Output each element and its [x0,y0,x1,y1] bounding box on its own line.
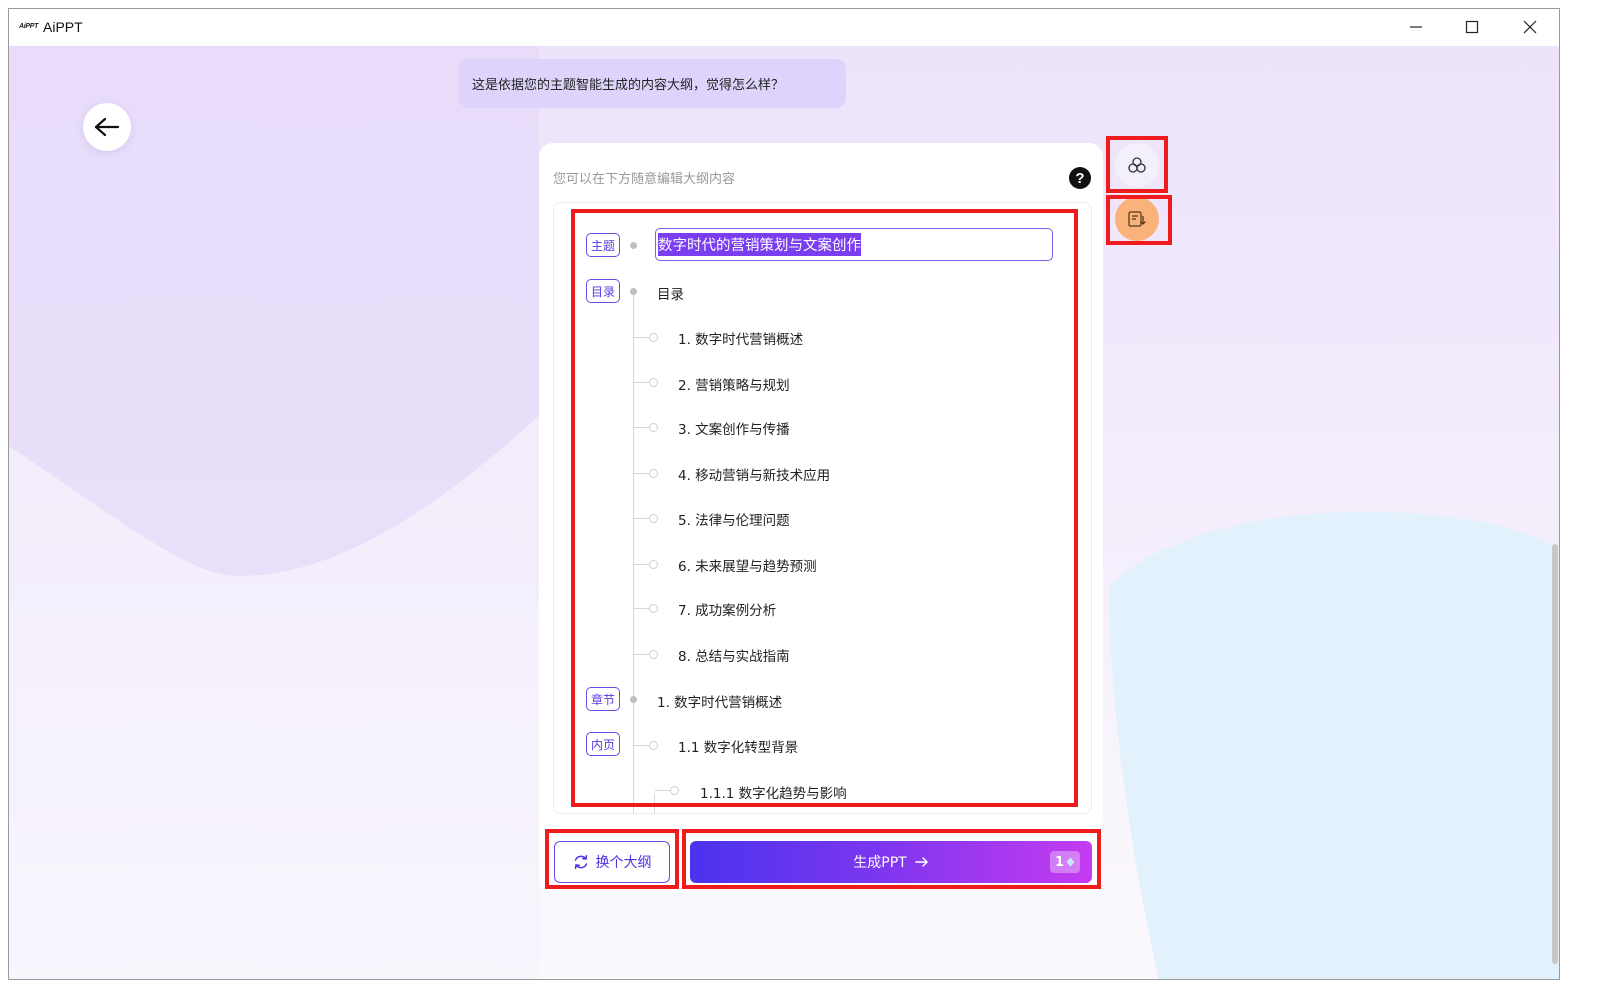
minimize-icon [1410,26,1422,28]
credit-badge: 1 [1050,851,1080,873]
credit-count: 1 [1054,854,1065,870]
outline-tree: 主题 数字时代的营销策划与文案创作 目录 目录 1. 数字时代营销概述 2. 营… [553,202,1092,814]
back-button[interactable] [83,103,131,151]
template-icon [1128,157,1146,173]
minimize-button[interactable] [1399,13,1433,41]
toc-node [630,288,637,295]
scrollbar-thumb[interactable] [1552,544,1558,964]
app-logo: AiPPT [19,23,39,30]
toc-item[interactable]: 6. 未来展望与趋势预测 [678,555,817,575]
close-button[interactable] [1513,13,1547,41]
page-label[interactable]: 1.1 数字化转型背景 [678,736,798,756]
close-icon [1523,20,1537,34]
change-outline-label: 换个大纲 [595,855,652,871]
export-outline-button[interactable] [1115,197,1159,241]
app-window: AiPPT AiPPT 这是依据您的主题智能生成的内容大纲，觉得怎么样？ 您可以… [8,8,1560,980]
chapter-node [630,696,637,703]
generate-ppt-label: 生成PPT [853,855,907,871]
maximize-icon [1465,20,1479,34]
chapter-tag: 章节 [586,687,620,711]
toc-item[interactable]: 4. 移动营销与新技术应用 [678,464,830,484]
sub-page-label[interactable]: 1.1.1 数字化趋势与影响 [700,782,847,802]
assistant-message-bubble: 这是依据您的主题智能生成的内容大纲，觉得怎么样？ [459,59,846,108]
export-outline-icon [1128,211,1146,227]
toc-item[interactable]: 2. 营销策略与规划 [678,374,790,394]
arrow-right-icon [914,857,928,867]
topic-input[interactable]: 数字时代的营销策划与文案创作 [655,228,1053,261]
editor-hint: 您可以在下方随意编辑大纲内容 [553,172,736,187]
help-icon[interactable]: ? [1069,167,1091,189]
toc-item[interactable]: 7. 成功案例分析 [678,599,776,619]
app-title: AiPPT [43,19,83,35]
arrow-left-icon [94,117,120,137]
title-bar: AiPPT AiPPT [9,9,1559,46]
generate-ppt-button[interactable]: 生成PPT 1 [690,841,1092,883]
toc-item[interactable]: 8. 总结与实战指南 [678,645,790,665]
diamond-icon [1066,857,1075,867]
topic-value: 数字时代的营销策划与文案创作 [658,233,861,256]
toc-item[interactable]: 1. 数字时代营销概述 [678,328,803,348]
change-outline-button[interactable]: 换个大纲 [554,841,670,883]
toc-item[interactable]: 3. 文案创作与传播 [678,418,790,438]
page-tag: 内页 [586,732,620,756]
scrollbar[interactable] [1551,46,1559,979]
toc-tag: 目录 [586,279,620,303]
toc-item[interactable]: 5. 法律与伦理问题 [678,509,790,529]
assistant-message-text: 这是依据您的主题智能生成的内容大纲，觉得怎么样？ [472,78,785,93]
tree-line [654,793,655,813]
tree-line [633,293,634,813]
topic-node [630,242,637,249]
main-content: 这是依据您的主题智能生成的内容大纲，觉得怎么样？ 您可以在下方随意编辑大纲内容 … [9,46,1559,979]
chapter-label[interactable]: 1. 数字时代营销概述 [657,691,782,711]
refresh-icon [574,855,587,869]
topic-tag: 主题 [586,233,620,257]
outline-editor-card: 您可以在下方随意编辑大纲内容 ? 主题 数字时代的营销策划与文案创作 目录 目录… [539,143,1103,893]
maximize-button[interactable] [1455,13,1489,41]
template-button[interactable] [1115,143,1159,187]
toc-label[interactable]: 目录 [657,283,684,303]
